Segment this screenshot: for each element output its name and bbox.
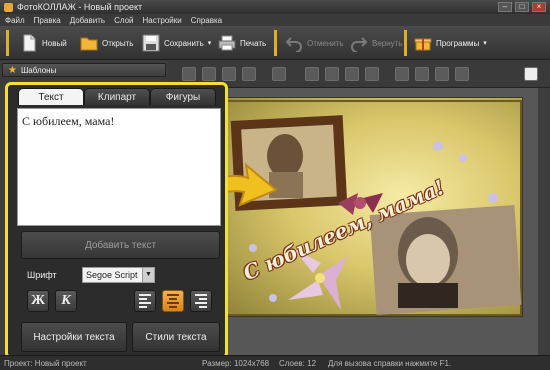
templates-section-header[interactable]: ★ Шаблоны — [2, 63, 166, 77]
bold-button[interactable]: Ж — [27, 290, 49, 312]
save-label: Сохранить — [164, 38, 204, 48]
new-document-icon — [23, 34, 36, 52]
menu-help[interactable]: Справка — [191, 16, 222, 25]
delete-icon[interactable] — [395, 67, 409, 81]
text-settings-button[interactable]: Настройки текста — [21, 322, 127, 352]
printer-icon — [218, 35, 236, 51]
italic-button[interactable]: К — [55, 290, 77, 312]
tab-text[interactable]: Текст — [18, 88, 84, 105]
add-text-button[interactable]: Добавить текст — [21, 231, 220, 259]
new-label: Новый — [42, 38, 67, 48]
templates-label: Шаблоны — [20, 65, 57, 75]
layer-backward-icon[interactable] — [222, 67, 236, 81]
vertical-scrollbar[interactable] — [538, 88, 550, 355]
main-toolbar: Новый Открыть Сохранить ▾ Печать Отменит… — [0, 26, 550, 60]
panel-tabs: Текст Клипарт Фигуры — [18, 88, 218, 105]
align-left-button[interactable] — [134, 290, 156, 312]
toolbar-separator — [6, 30, 9, 56]
settings-gear-icon[interactable] — [435, 67, 449, 81]
open-button[interactable]: Открыть — [80, 31, 133, 55]
print-button[interactable]: Печать — [218, 31, 266, 55]
status-layers: Слоев: 12 — [279, 359, 317, 368]
text-input[interactable] — [17, 108, 221, 226]
redo-button[interactable]: Вернуть — [350, 31, 402, 55]
menu-file[interactable]: Файл — [5, 16, 25, 25]
undo-icon — [285, 37, 302, 52]
align-left-icon[interactable] — [272, 67, 286, 81]
tab-shapes[interactable]: Фигуры — [150, 88, 216, 105]
font-value: Segoe Script — [86, 270, 138, 280]
flip-vertical-icon[interactable] — [345, 67, 359, 81]
programs-button[interactable]: Программы ▾ — [414, 31, 487, 55]
window-controls: – □ × — [498, 2, 546, 12]
menu-edit[interactable]: Правка — [34, 16, 61, 25]
status-bar: Проект: Новый проект Размер: 1024x768 Сл… — [0, 355, 550, 370]
floppy-disk-icon — [142, 34, 160, 52]
print-label: Печать — [240, 38, 267, 48]
undo-button[interactable]: Отменить — [285, 31, 344, 55]
star-icon: ★ — [8, 64, 17, 76]
flip-horizontal-icon[interactable] — [325, 67, 339, 81]
open-label: Открыть — [102, 38, 134, 48]
programs-label: Программы — [436, 38, 480, 48]
lock-icon[interactable] — [455, 67, 469, 81]
minimize-button[interactable]: – — [498, 2, 512, 12]
menu-add[interactable]: Добавить — [70, 16, 105, 25]
layer-back-icon[interactable] — [242, 67, 256, 81]
status-project: Проект: Новый проект — [4, 359, 87, 368]
rotate-icon[interactable] — [365, 67, 379, 81]
perspective-icon[interactable] — [305, 67, 319, 81]
layer-front-icon[interactable] — [182, 67, 196, 81]
toolbar-separator — [274, 30, 277, 56]
gift-box-icon — [414, 38, 432, 51]
save-button[interactable]: Сохранить ▾ — [142, 31, 211, 55]
app-icon — [4, 2, 13, 12]
new-button[interactable]: Новый — [20, 31, 67, 55]
text-styles-button[interactable]: Стили текста — [132, 322, 220, 352]
folder-icon — [80, 37, 98, 51]
align-right-button[interactable] — [190, 290, 212, 312]
window-title: ФотоКОЛЛАЖ - Новый проект — [17, 2, 143, 12]
menu-bar: Файл Правка Добавить Слой Настройки Спра… — [0, 14, 550, 26]
status-size: Размер: 1024x768 — [202, 359, 270, 368]
toolbar-separator — [404, 30, 407, 56]
menu-layer[interactable]: Слой — [114, 16, 133, 25]
status-help: Для вызова справки нажмите F1. — [328, 359, 452, 368]
maximize-button[interactable]: □ — [515, 2, 529, 12]
menu-settings[interactable]: Настройки — [143, 16, 182, 25]
font-select[interactable]: Segoe Script ▼ — [82, 267, 155, 283]
close-button[interactable]: × — [532, 2, 546, 12]
crop-icon[interactable] — [415, 67, 429, 81]
redo-label: Вернуть — [372, 38, 403, 48]
align-center-button[interactable] — [162, 290, 184, 312]
page-icon[interactable] — [524, 67, 538, 81]
layer-forward-icon[interactable] — [202, 67, 216, 81]
font-label: Шрифт — [27, 270, 57, 280]
chevron-down-icon[interactable]: ▼ — [142, 268, 154, 282]
tab-clipart[interactable]: Клипарт — [84, 88, 150, 105]
chevron-down-icon[interactable]: ▾ — [483, 39, 487, 47]
redo-icon — [351, 37, 368, 52]
chevron-down-icon[interactable]: ▾ — [208, 39, 212, 47]
undo-label: Отменить — [307, 38, 344, 48]
title-bar: ФотоКОЛЛАЖ - Новый проект – □ × — [0, 0, 550, 14]
